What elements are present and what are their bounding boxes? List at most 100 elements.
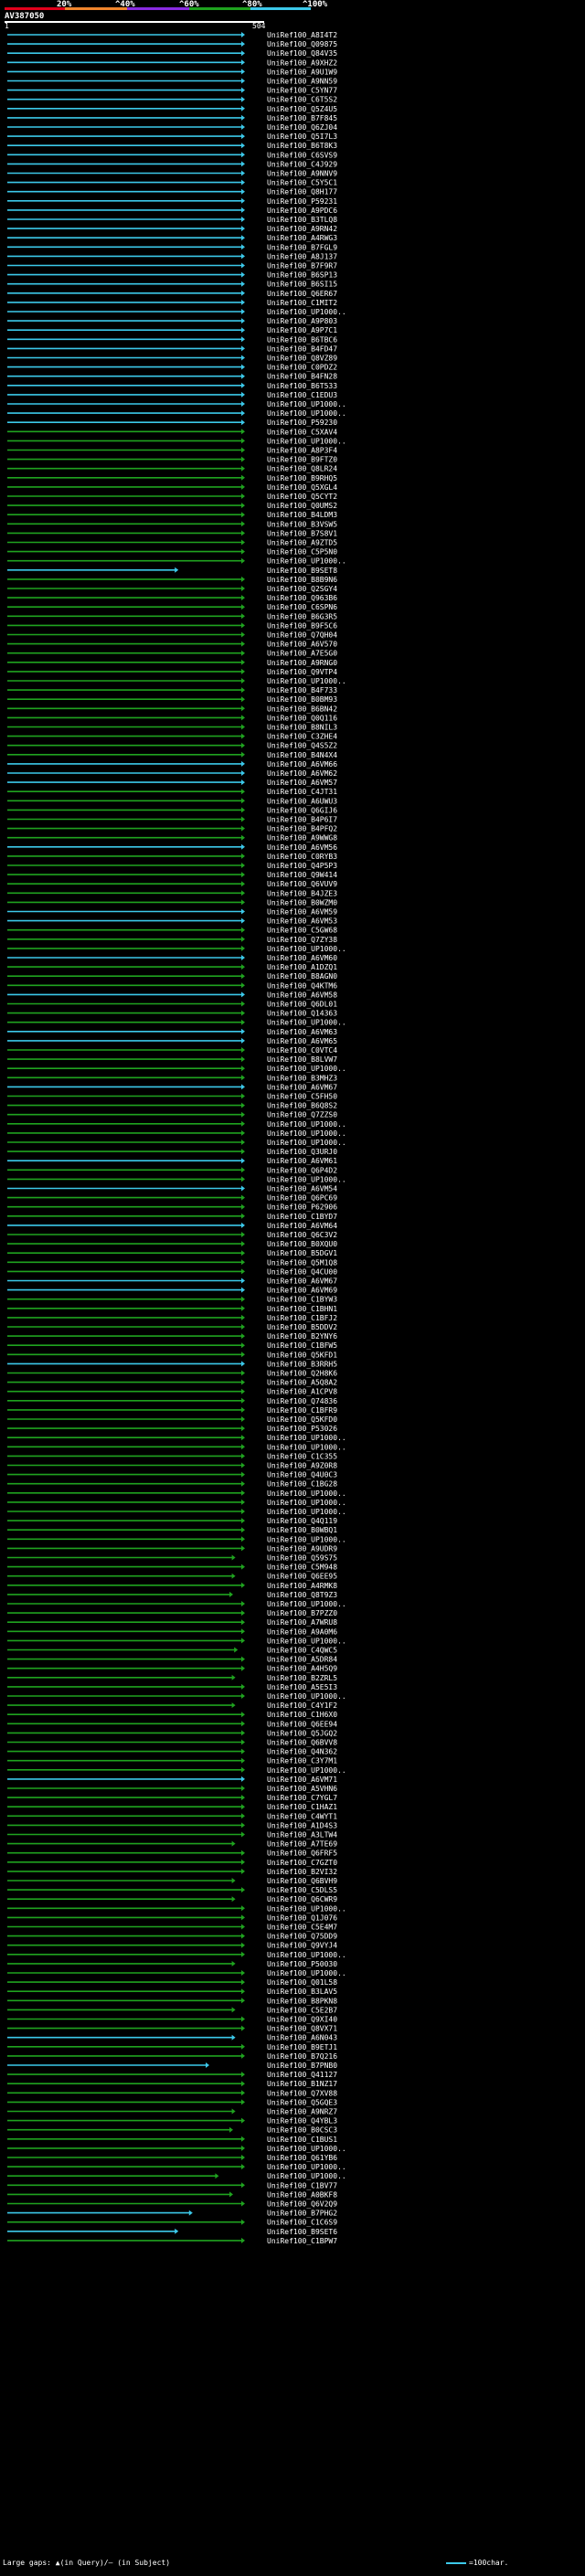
hit-row[interactable]: UniRef100_Q5CYT2 (7, 493, 337, 501)
hit-row[interactable]: UniRef100_A4H5Q9 (7, 1665, 337, 1673)
hit-label[interactable]: UniRef100_Q6EE95 (267, 1573, 337, 1581)
hit-label[interactable]: UniRef100_B0WZM0 (267, 898, 337, 906)
hit-label[interactable]: UniRef100_Q6PC69 (267, 1194, 337, 1203)
hit-row[interactable]: UniRef100_C1MIT2 (7, 299, 337, 307)
hit-label[interactable]: UniRef100_C4Y1F2 (267, 1701, 337, 1710)
hit-row[interactable]: UniRef100_B4P6I7 (7, 816, 337, 824)
hit-row[interactable]: UniRef100_UP1000.. (7, 1969, 346, 1977)
hit-row[interactable]: UniRef100_B4LDM3 (7, 511, 337, 519)
hit-label[interactable]: UniRef100_B0XQU0 (267, 1240, 337, 1248)
hit-label[interactable]: UniRef100_UP1000.. (267, 945, 346, 953)
hit-row[interactable]: UniRef100_B7FGL9 (7, 243, 337, 251)
hit-row[interactable]: UniRef100_A6VM57 (7, 779, 337, 787)
hit-label[interactable]: UniRef100_Q5KFD1 (267, 1351, 337, 1359)
hit-row[interactable]: UniRef100_B7F845 (7, 114, 337, 122)
hit-row[interactable]: UniRef100_Q75DD9 (7, 1933, 337, 1941)
hit-label[interactable]: UniRef100_B6T8K3 (267, 142, 337, 150)
hit-row[interactable]: UniRef100_UP1000.. (7, 1951, 346, 1959)
hit-label[interactable]: UniRef100_A6UWU3 (267, 797, 337, 805)
hit-row[interactable]: UniRef100_Q7QH04 (7, 631, 337, 640)
hit-label[interactable]: UniRef100_UP1000.. (267, 1535, 346, 1543)
hit-row[interactable]: UniRef100_B6TBC6 (7, 335, 337, 344)
hit-label[interactable]: UniRef100_B7PNB0 (267, 2062, 337, 2070)
hit-row[interactable]: UniRef100_A9NN59 (7, 78, 337, 86)
hit-label[interactable]: UniRef100_UP1000.. (267, 2163, 346, 2171)
hit-row[interactable]: UniRef100_A8I4T2 (7, 31, 337, 39)
hit-label[interactable]: UniRef100_Q6VUV9 (267, 880, 337, 888)
hit-label[interactable]: UniRef100_Q2H8K6 (267, 1370, 337, 1378)
hit-row[interactable]: UniRef100_UP1000.. (7, 557, 346, 566)
hit-row[interactable]: UniRef100_C5Y5C1 (7, 179, 337, 187)
hit-label[interactable]: UniRef100_B4PFQ2 (267, 825, 337, 833)
hit-label[interactable]: UniRef100_B6SI15 (267, 281, 337, 289)
hit-row[interactable]: UniRef100_C5YN77 (7, 87, 337, 95)
hit-row[interactable]: UniRef100_A6V570 (7, 641, 337, 649)
hit-label[interactable]: UniRef100_A6VM56 (267, 843, 337, 852)
hit-row[interactable]: UniRef100_A9A0M6 (7, 1627, 337, 1636)
hit-row[interactable]: UniRef100_Q59S75 (7, 1554, 337, 1563)
hit-row[interactable]: UniRef100_C5E2B7 (7, 2006, 337, 2014)
hit-label[interactable]: UniRef100_Q4N362 (267, 1748, 337, 1756)
hit-label[interactable]: UniRef100_C1BPW7 (267, 2237, 337, 2245)
hit-row[interactable]: UniRef100_A5Q8A2 (7, 1379, 337, 1387)
hit-label[interactable]: UniRef100_A5E5I3 (267, 1683, 337, 1691)
hit-label[interactable]: UniRef100_Q75DD9 (267, 1933, 337, 1941)
hit-row[interactable]: UniRef100_C1BV77 (7, 2181, 337, 2189)
hit-label[interactable]: UniRef100_C1BG28 (267, 1480, 337, 1489)
hit-label[interactable]: UniRef100_Q8T9Z3 (267, 1591, 337, 1599)
hit-label[interactable]: UniRef100_UP1000.. (267, 1019, 346, 1027)
hit-row[interactable]: UniRef100_C7GZT0 (7, 1859, 337, 1867)
hit-label[interactable]: UniRef100_A6VM71 (267, 1776, 337, 1784)
hit-row[interactable]: UniRef100_B9F5C6 (7, 621, 337, 630)
hit-label[interactable]: UniRef100_A4H5Q9 (267, 1665, 337, 1673)
hit-row[interactable]: UniRef100_Q6BVV8 (7, 1739, 337, 1747)
hit-label[interactable]: UniRef100_C0RYB3 (267, 853, 337, 861)
hit-label[interactable]: UniRef100_UP1000.. (267, 2172, 346, 2180)
hit-label[interactable]: UniRef100_B6Q8S2 (267, 1102, 337, 1110)
hit-row[interactable]: UniRef100_Q41127 (7, 2071, 337, 2079)
hit-label[interactable]: UniRef100_A7WRU8 (267, 1618, 337, 1627)
hit-label[interactable]: UniRef100_A6VM64 (267, 1222, 337, 1230)
hit-row[interactable]: UniRef100_C5E4M7 (7, 1924, 337, 1932)
hit-label[interactable]: UniRef100_B3RRH5 (267, 1360, 337, 1368)
hit-row[interactable]: UniRef100_Q4Q119 (7, 1517, 337, 1525)
hit-row[interactable]: UniRef100_Q7XV88 (7, 2089, 337, 2097)
hit-row[interactable]: UniRef100_A4RMK8 (7, 1582, 337, 1590)
hit-row[interactable]: UniRef100_A6VM62 (7, 769, 337, 778)
hit-row[interactable]: UniRef100_C6SPN6 (7, 603, 337, 611)
hit-row[interactable]: UniRef100_A9WWG8 (7, 834, 337, 843)
hit-row[interactable]: UniRef100_B2YNY6 (7, 1332, 337, 1341)
hit-row[interactable]: UniRef100_UP1000.. (7, 400, 346, 408)
hit-label[interactable]: UniRef100_Q7ZZS0 (267, 1111, 337, 1119)
hit-row[interactable]: UniRef100_Q4KTM6 (7, 981, 337, 990)
hit-row[interactable]: UniRef100_Q4S5Z2 (7, 742, 337, 750)
hit-label[interactable]: UniRef100_A8P3F4 (267, 447, 337, 455)
hit-label[interactable]: UniRef100_Q4U0C3 (267, 1471, 337, 1479)
hit-label[interactable]: UniRef100_Q4P5P3 (267, 862, 337, 870)
hit-label[interactable]: UniRef100_UP1000.. (267, 1692, 346, 1701)
hit-row[interactable]: UniRef100_A1D4S3 (7, 1821, 337, 1829)
hit-row[interactable]: UniRef100_UP1000.. (7, 1499, 346, 1507)
hit-row[interactable]: UniRef100_Q7ZZS0 (7, 1111, 337, 1119)
hit-label[interactable]: UniRef100_A9U1W9 (267, 68, 337, 76)
hit-label[interactable]: UniRef100_Q14363 (267, 1010, 337, 1018)
hit-label[interactable]: UniRef100_Q6ER67 (267, 290, 337, 298)
hit-row[interactable]: UniRef100_A6VM54 (7, 1185, 337, 1193)
hit-row[interactable]: UniRef100_Q6VUV9 (7, 880, 337, 888)
hit-label[interactable]: UniRef100_Q61YB6 (267, 2154, 337, 2162)
hit-row[interactable]: UniRef100_Q6PC69 (7, 1194, 337, 1203)
hit-row[interactable]: UniRef100_Q2SGY4 (7, 585, 337, 593)
hit-label[interactable]: UniRef100_B3TLQ8 (267, 216, 337, 224)
hit-row[interactable]: UniRef100_C0PDZ2 (7, 364, 337, 372)
hit-label[interactable]: UniRef100_B0CSC3 (267, 2126, 337, 2135)
hit-label[interactable]: UniRef100_Q6BVV8 (267, 1739, 337, 1747)
hit-label[interactable]: UniRef100_B4JZE3 (267, 889, 337, 897)
hit-row[interactable]: UniRef100_C4WYT1 (7, 1812, 337, 1820)
hit-label[interactable]: UniRef100_B1NZ17 (267, 2080, 337, 2088)
hit-row[interactable]: UniRef100_A6VM64 (7, 1222, 337, 1230)
hit-row[interactable]: UniRef100_C1BG28 (7, 1480, 337, 1489)
hit-row[interactable]: UniRef100_B3TLQ8 (7, 216, 337, 224)
hit-label[interactable]: UniRef100_UP1000.. (267, 1120, 346, 1129)
hit-label[interactable]: UniRef100_Q9VTP4 (267, 668, 337, 676)
hit-label[interactable]: UniRef100_A1CPV8 (267, 1388, 337, 1396)
